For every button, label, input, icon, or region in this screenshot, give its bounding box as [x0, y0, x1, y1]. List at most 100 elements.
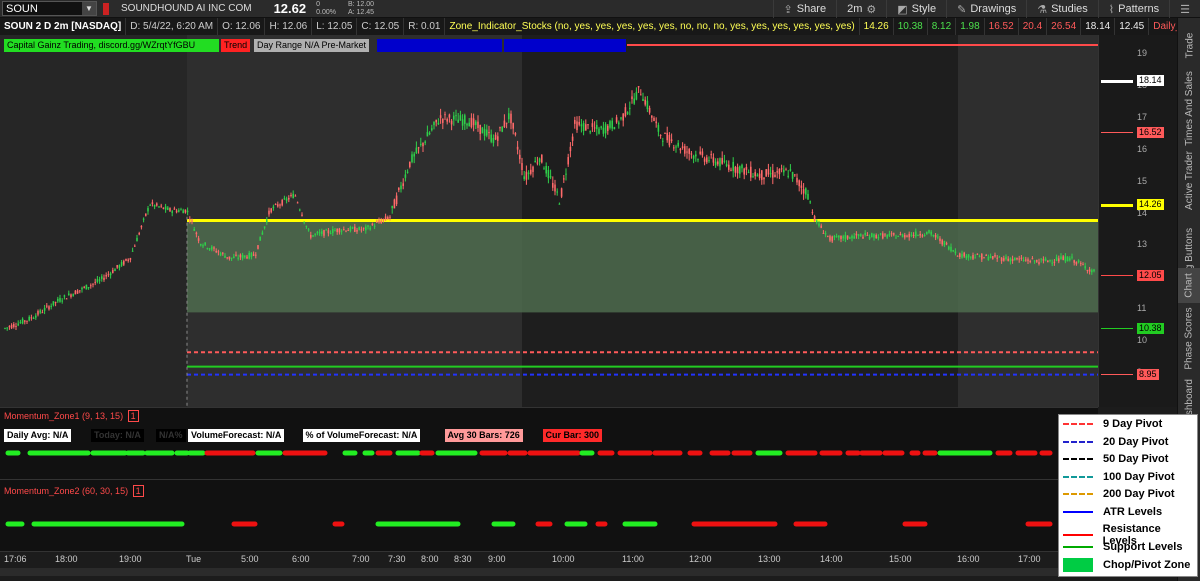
sidebar-tab[interactable]: Phase Scores: [1178, 303, 1200, 373]
candle-body: [618, 122, 620, 125]
candle-body: [453, 115, 455, 120]
price-axis[interactable]: 19181716151413121110918.1416.5214.2612.0…: [1098, 35, 1177, 407]
candle-body: [912, 235, 915, 237]
candle-body: [666, 132, 668, 141]
horizontal-scrollbar[interactable]: [0, 568, 1098, 576]
price-line-stub: [1101, 274, 1133, 276]
study-panel-1[interactable]: Momentum_Zone1 (9, 13, 15) 1 Daily Avg: …: [0, 407, 1098, 479]
patterns-button[interactable]: ⌇ Patterns: [1097, 0, 1169, 18]
chevron-down-icon[interactable]: ▼: [82, 2, 96, 15]
timeframe-button[interactable]: 2m ⚙: [836, 0, 886, 18]
candle-body: [101, 276, 103, 279]
candle-body: [85, 284, 88, 290]
menu-button[interactable]: ☰: [1169, 0, 1200, 18]
price-marker: 14.26: [1137, 199, 1164, 211]
price-line-stub: [1101, 80, 1133, 84]
price-marker: 8.95: [1137, 368, 1159, 380]
candle-body: [272, 206, 275, 209]
sidebar-tab[interactable]: Active Trader: [1178, 143, 1200, 218]
candle-body: [921, 235, 924, 237]
sidebar-tab-label: Active Trader: [1184, 151, 1196, 210]
candle-body: [37, 311, 39, 315]
price-chart[interactable]: [0, 35, 1098, 407]
candle-body: [754, 172, 756, 177]
time-tick: 19:00: [119, 554, 142, 564]
candle-body: [299, 209, 301, 211]
candle-body: [774, 174, 776, 178]
study-name[interactable]: Zone_Indicator_Stocks (no, yes, yes, yes…: [445, 18, 860, 35]
candle-body: [351, 227, 354, 229]
study-panel-2[interactable]: Momentum_Zone2 (60, 30, 15) 1: [0, 479, 1098, 551]
sidebar-tab[interactable]: Chart: [1178, 268, 1200, 303]
symbol-input[interactable]: SOUN ▼: [2, 1, 97, 16]
candle-body: [343, 229, 345, 231]
candle-body: [719, 158, 721, 167]
candle-body: [54, 301, 57, 303]
candle-body: [48, 306, 50, 310]
candle-body: [945, 243, 948, 245]
candle-body: [633, 98, 635, 104]
candle-body: [259, 236, 261, 241]
candle-body: [844, 234, 847, 240]
time-axis[interactable]: 17:06 18:00 19:00 Tue 5:00 6:00 7:00 7:30 8:00 8:…: [0, 551, 1098, 581]
candle-body: [459, 115, 462, 121]
candle-body: [24, 320, 26, 322]
candle-body: [169, 208, 171, 212]
candle-body: [191, 220, 193, 222]
candle-body: [193, 229, 195, 231]
candle-body: [1071, 256, 1073, 258]
price-line-stub: [1101, 132, 1133, 134]
candle-body: [514, 133, 517, 135]
candle-body: [488, 132, 490, 134]
candle-body: [1029, 261, 1031, 263]
candle-body: [30, 317, 33, 319]
candle-body: [527, 172, 530, 175]
sidebar-tab[interactable]: Trade: [1178, 18, 1200, 73]
status-value: 14.26: [860, 18, 894, 35]
style-button[interactable]: ◩ Style: [886, 0, 946, 18]
candle-body: [519, 154, 521, 160]
candle-body: [180, 209, 182, 211]
candle-body: [160, 205, 162, 207]
studies-label: Studies: [1051, 3, 1088, 15]
candle-body: [490, 134, 492, 142]
candle-body: [901, 234, 904, 238]
candle-body: [125, 258, 127, 261]
candle-body: [1020, 257, 1023, 259]
candle-body: [332, 228, 334, 234]
candle-body: [549, 176, 552, 178]
candle-body: [708, 160, 710, 162]
candle-body: [523, 176, 525, 180]
status-value: 20.4: [1019, 18, 1048, 35]
candle-body: [395, 195, 398, 205]
candle-body: [895, 237, 897, 239]
link-color-icon[interactable]: [103, 2, 109, 15]
candle-body: [444, 114, 446, 116]
candle-body: [827, 235, 829, 237]
candle-body: [607, 125, 609, 131]
candle-body: [202, 245, 204, 247]
drawings-button[interactable]: ✎ Drawings: [946, 0, 1026, 18]
time-tick: 12:00: [689, 554, 712, 564]
candle-body: [178, 210, 180, 212]
candle-body: [657, 125, 660, 132]
candle-body: [428, 132, 431, 135]
candle-body: [316, 232, 319, 234]
candle-body: [184, 209, 187, 213]
candle-body: [967, 254, 970, 258]
chart-title: SOUN 2 D 2m [NASDAQ]: [0, 18, 127, 35]
studies-button[interactable]: ⚗ Studies: [1026, 0, 1098, 18]
sidebar-tab[interactable]: Times And Sales: [1178, 71, 1200, 146]
candle-body: [934, 234, 937, 238]
candle-body: [8, 326, 11, 328]
candle-body: [626, 112, 629, 114]
candle-body: [1007, 258, 1009, 261]
candle-body: [1088, 269, 1091, 272]
candle-body: [404, 174, 407, 178]
candle-body: [585, 124, 587, 131]
candle-body: [846, 235, 849, 239]
candle-body: [1091, 270, 1093, 273]
last-price: 12.62: [273, 1, 307, 16]
candle-body: [910, 234, 913, 236]
share-button[interactable]: ⇪ Share: [772, 0, 837, 18]
